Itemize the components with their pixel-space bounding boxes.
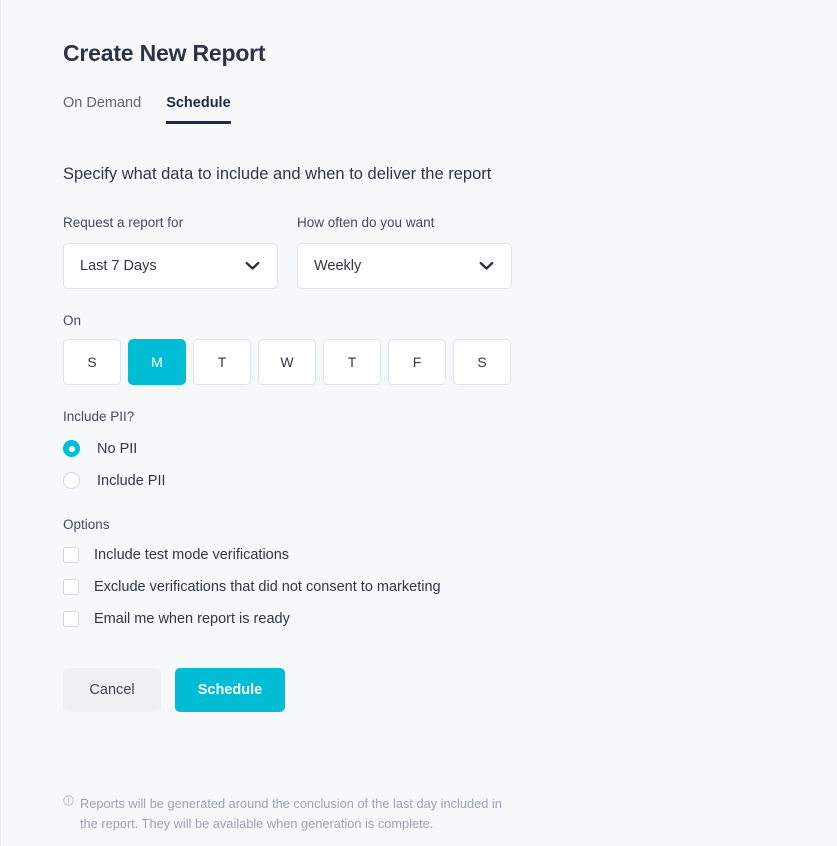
pii-group-label: Include PII? — [63, 408, 135, 424]
form-actions: Cancel Schedule — [63, 668, 783, 713]
day-button-friday[interactable]: F — [388, 338, 446, 385]
footnote: Reports will be generated around the con… — [63, 794, 523, 834]
chevron-down-icon — [245, 261, 260, 270]
report-range-label: Request a report for — [63, 215, 184, 231]
radio-no-pii[interactable]: No PII — [63, 433, 783, 465]
day-button-monday[interactable]: M — [128, 338, 186, 385]
tab-on-demand[interactable]: On Demand — [63, 95, 141, 124]
radio-include-pii-label: Include PII — [97, 472, 166, 489]
panel-subtitle: Specify what data to include and when to… — [63, 164, 492, 183]
report-frequency-value: Weekly — [314, 257, 362, 274]
options-group-label: Options — [63, 516, 110, 532]
checkbox-email-me[interactable]: Email me when report is ready — [63, 603, 783, 635]
radio-indicator-selected — [63, 440, 80, 458]
cancel-button[interactable]: Cancel — [63, 668, 161, 713]
radio-indicator — [63, 472, 80, 490]
day-button-tuesday[interactable]: T — [193, 338, 251, 385]
report-range-field: Request a report for Last 7 Days — [63, 215, 278, 289]
day-button-thursday[interactable]: T — [323, 338, 381, 385]
report-frequency-field: How often do you want Weekly — [297, 215, 512, 289]
chevron-down-icon — [479, 261, 494, 270]
report-frequency-select[interactable]: Weekly — [297, 242, 512, 289]
field-row: Request a report for Last 7 Days How oft… — [63, 215, 783, 289]
schedule-button[interactable]: Schedule — [175, 668, 285, 713]
page-title: Create New Report — [63, 40, 266, 66]
report-range-value: Last 7 Days — [80, 257, 157, 274]
checkbox-test-mode[interactable]: Include test mode verifications — [63, 539, 783, 571]
checkbox-indicator — [63, 579, 79, 596]
footnote-text: Reports will be generated around the con… — [80, 796, 502, 831]
tab-bar: On Demand Schedule — [63, 95, 783, 124]
checkbox-indicator — [63, 547, 79, 564]
report-range-select[interactable]: Last 7 Days — [63, 242, 278, 289]
checkbox-exclude-no-consent[interactable]: Exclude verifications that did not conse… — [63, 571, 783, 603]
left-edge-divider — [0, 0, 1, 846]
checkbox-exclude-no-consent-label: Exclude verifications that did not conse… — [94, 579, 441, 596]
info-circle-icon — [63, 795, 74, 834]
checkbox-email-me-label: Email me when report is ready — [94, 611, 290, 628]
radio-include-pii[interactable]: Include PII — [63, 465, 783, 497]
radio-no-pii-label: No PII — [97, 440, 138, 457]
day-selector: S M T W T F S — [63, 338, 783, 385]
checkbox-test-mode-label: Include test mode verifications — [94, 547, 290, 564]
checkbox-indicator — [63, 611, 79, 628]
day-button-sunday[interactable]: S — [63, 338, 121, 385]
create-report-panel: Create New Report On Demand Schedule Spe… — [63, 0, 783, 713]
day-button-saturday[interactable]: S — [453, 338, 511, 385]
tab-schedule[interactable]: Schedule — [166, 95, 231, 124]
day-selector-label: On — [63, 312, 82, 328]
report-frequency-label: How often do you want — [297, 215, 435, 231]
day-button-wednesday[interactable]: W — [258, 338, 316, 385]
